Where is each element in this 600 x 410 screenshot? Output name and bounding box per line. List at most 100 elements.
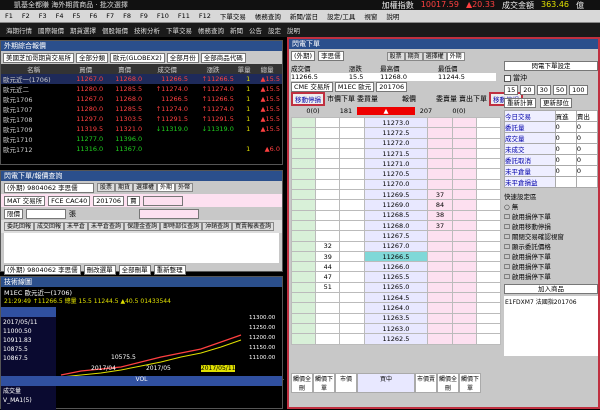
ladder-cell[interactable] <box>451 240 477 252</box>
subtab-order-report[interactable]: 委託回報 <box>4 222 35 231</box>
side-select[interactable]: 賈 <box>127 195 140 206</box>
ladder-cell[interactable] <box>339 137 365 149</box>
ladder-cell[interactable] <box>339 281 365 294</box>
ladder-cell[interactable] <box>475 312 502 324</box>
ladder-cell[interactable] <box>427 312 453 324</box>
option-confirm[interactable]: ☐ 關閉交易確認視窗 <box>504 231 598 241</box>
tab-stock[interactable]: 股票 <box>97 183 116 192</box>
center-mid[interactable]: 買中 <box>357 373 415 393</box>
ladder-cell[interactable] <box>427 158 453 170</box>
subtab-open[interactable]: 未平倉 <box>64 222 89 231</box>
ladder-row[interactable]: 11272.0 <box>290 137 502 149</box>
tool-futures[interactable]: 期貨選擇 <box>68 25 98 35</box>
ladder-cell[interactable] <box>475 281 502 294</box>
ladder-cell[interactable] <box>339 240 365 252</box>
ladder-cell[interactable] <box>451 333 477 345</box>
ladder-cell[interactable] <box>290 137 317 149</box>
ladder-cell[interactable]: 84 <box>427 199 453 211</box>
menu-f6[interactable]: F6 <box>86 12 100 20</box>
subtab-margin[interactable]: 保證金查詢 <box>124 222 161 231</box>
ladder-cell[interactable] <box>475 209 502 221</box>
ladder-cell[interactable] <box>290 168 317 180</box>
scroll-up-arrow-icon[interactable]: ▲ <box>357 107 415 115</box>
ladder-cell[interactable] <box>290 271 317 283</box>
ladder-row[interactable]: 11273.0 <box>290 116 502 129</box>
ladder-cell[interactable] <box>427 302 453 314</box>
ladder-cell[interactable] <box>451 219 477 232</box>
daytrade-checkbox[interactable] <box>504 74 511 82</box>
exchange-select[interactable]: MAT 交易所 <box>4 195 46 206</box>
qty-input[interactable] <box>26 208 66 219</box>
ladder-cell[interactable] <box>315 189 341 201</box>
option-stop3[interactable]: ☐ 啟用損停下單 <box>504 261 598 271</box>
ladder-cell[interactable] <box>451 127 477 139</box>
ladder-cell[interactable] <box>451 209 477 221</box>
option-move-stop[interactable]: ☐ 啟用移動停損 <box>504 221 598 231</box>
submit-field[interactable] <box>139 208 199 219</box>
ladder-row[interactable]: 11269.5 37 <box>290 189 502 201</box>
ladder-cell[interactable] <box>451 158 477 170</box>
ladder-cell[interactable] <box>427 230 453 242</box>
ladder-cell[interactable]: 38 <box>427 209 453 221</box>
table-row[interactable]: 歐元近二 11280.0 11285.5 ↑11274.0 ↑11274.0 1 ▲15.5 <box>1 84 282 94</box>
month-select[interactable]: 201706 <box>93 195 125 206</box>
ladder-cell[interactable] <box>475 240 502 252</box>
qty-button[interactable]: 20 <box>520 85 535 95</box>
tool-order[interactable]: 下單交易 <box>164 25 194 35</box>
menu-f1[interactable]: F1 <box>2 12 16 20</box>
ladder-cell[interactable] <box>315 158 341 170</box>
ladder-cell[interactable] <box>451 281 477 294</box>
ladder-cell[interactable] <box>451 199 477 211</box>
ladder-cell[interactable] <box>315 292 341 304</box>
ladder-cell[interactable] <box>339 271 365 283</box>
recalc-button[interactable]: 重新計算 <box>504 98 536 108</box>
table-row[interactable]: 歐元1709 11319.5 11321.0 ↓11319.0 ↓11319.0 1 ▲15… <box>1 124 282 134</box>
ladder-cell[interactable] <box>451 178 477 191</box>
ladder-row[interactable]: 32 11267.0 <box>290 240 502 252</box>
qty-button[interactable]: 100 <box>569 85 588 95</box>
menu-news[interactable]: 新聞/當日 <box>287 11 321 21</box>
move-stop-buy-button[interactable]: 移動停損 <box>291 92 325 106</box>
ladder-row[interactable]: 51 11265.0 <box>290 281 502 294</box>
cancel-all-button[interactable]: 全部刪單 <box>118 264 151 275</box>
ladder-cell[interactable] <box>451 322 477 335</box>
ladder-cell[interactable] <box>475 292 502 304</box>
ladder-cell[interactable]: 47 <box>315 271 341 283</box>
ladder-cell[interactable] <box>427 240 453 252</box>
sell-touch-cancel-all[interactable]: 觸價全刪 <box>437 373 459 393</box>
ladder-cell[interactable] <box>451 261 477 273</box>
add-product-button[interactable]: 加入商品 <box>504 284 598 294</box>
exchange-select[interactable]: 美國芝加哥期貨交易所 <box>3 52 74 63</box>
trade-exchange-select[interactable]: CME 交易所 <box>291 82 333 92</box>
ladder-row[interactable]: 11272.5 <box>290 127 502 139</box>
ladder-cell[interactable] <box>315 168 341 180</box>
option-stop2[interactable]: ☐ 啟用損停下單 <box>504 251 598 261</box>
ladder-cell[interactable] <box>315 116 341 129</box>
ladder-row[interactable]: 11264.0 <box>290 302 502 314</box>
menu-window[interactable]: 視窗 <box>361 11 380 21</box>
ladder-cell[interactable] <box>475 199 502 211</box>
product-select[interactable]: FCE CAC40 <box>48 195 91 206</box>
ladder-cell[interactable] <box>475 127 502 139</box>
price-type-select[interactable]: 限價 <box>4 208 23 219</box>
menu-settings[interactable]: 設定/工具 <box>324 11 358 21</box>
ladder-cell[interactable] <box>339 292 365 304</box>
ladder-cell[interactable]: 44 <box>315 261 341 273</box>
product-select[interactable]: 歐元(GLOBEX2) <box>110 52 165 63</box>
ladder-cell[interactable]: 32 <box>315 240 341 252</box>
tab-options[interactable]: 選擇權 <box>133 183 158 192</box>
ladder-cell[interactable] <box>475 189 502 201</box>
flash-setting-button[interactable]: 閃電下單設定 <box>504 61 598 71</box>
subtab-offset[interactable]: 沖銷查詢 <box>202 222 233 231</box>
tool-overseas[interactable]: 海期行情 <box>4 25 34 35</box>
ladder-cell[interactable] <box>427 333 453 345</box>
tool-tech[interactable]: 技術分析 <box>132 25 162 35</box>
ladder-cell[interactable] <box>339 333 365 345</box>
ladder-cell[interactable] <box>451 189 477 201</box>
ladder-row[interactable]: 11263.5 <box>290 312 502 324</box>
ladder-cell[interactable] <box>315 137 341 149</box>
ladder-cell[interactable] <box>451 302 477 314</box>
ladder-cell[interactable] <box>475 219 502 232</box>
ladder-cell[interactable] <box>475 178 502 191</box>
ladder-cell[interactable] <box>339 189 365 201</box>
